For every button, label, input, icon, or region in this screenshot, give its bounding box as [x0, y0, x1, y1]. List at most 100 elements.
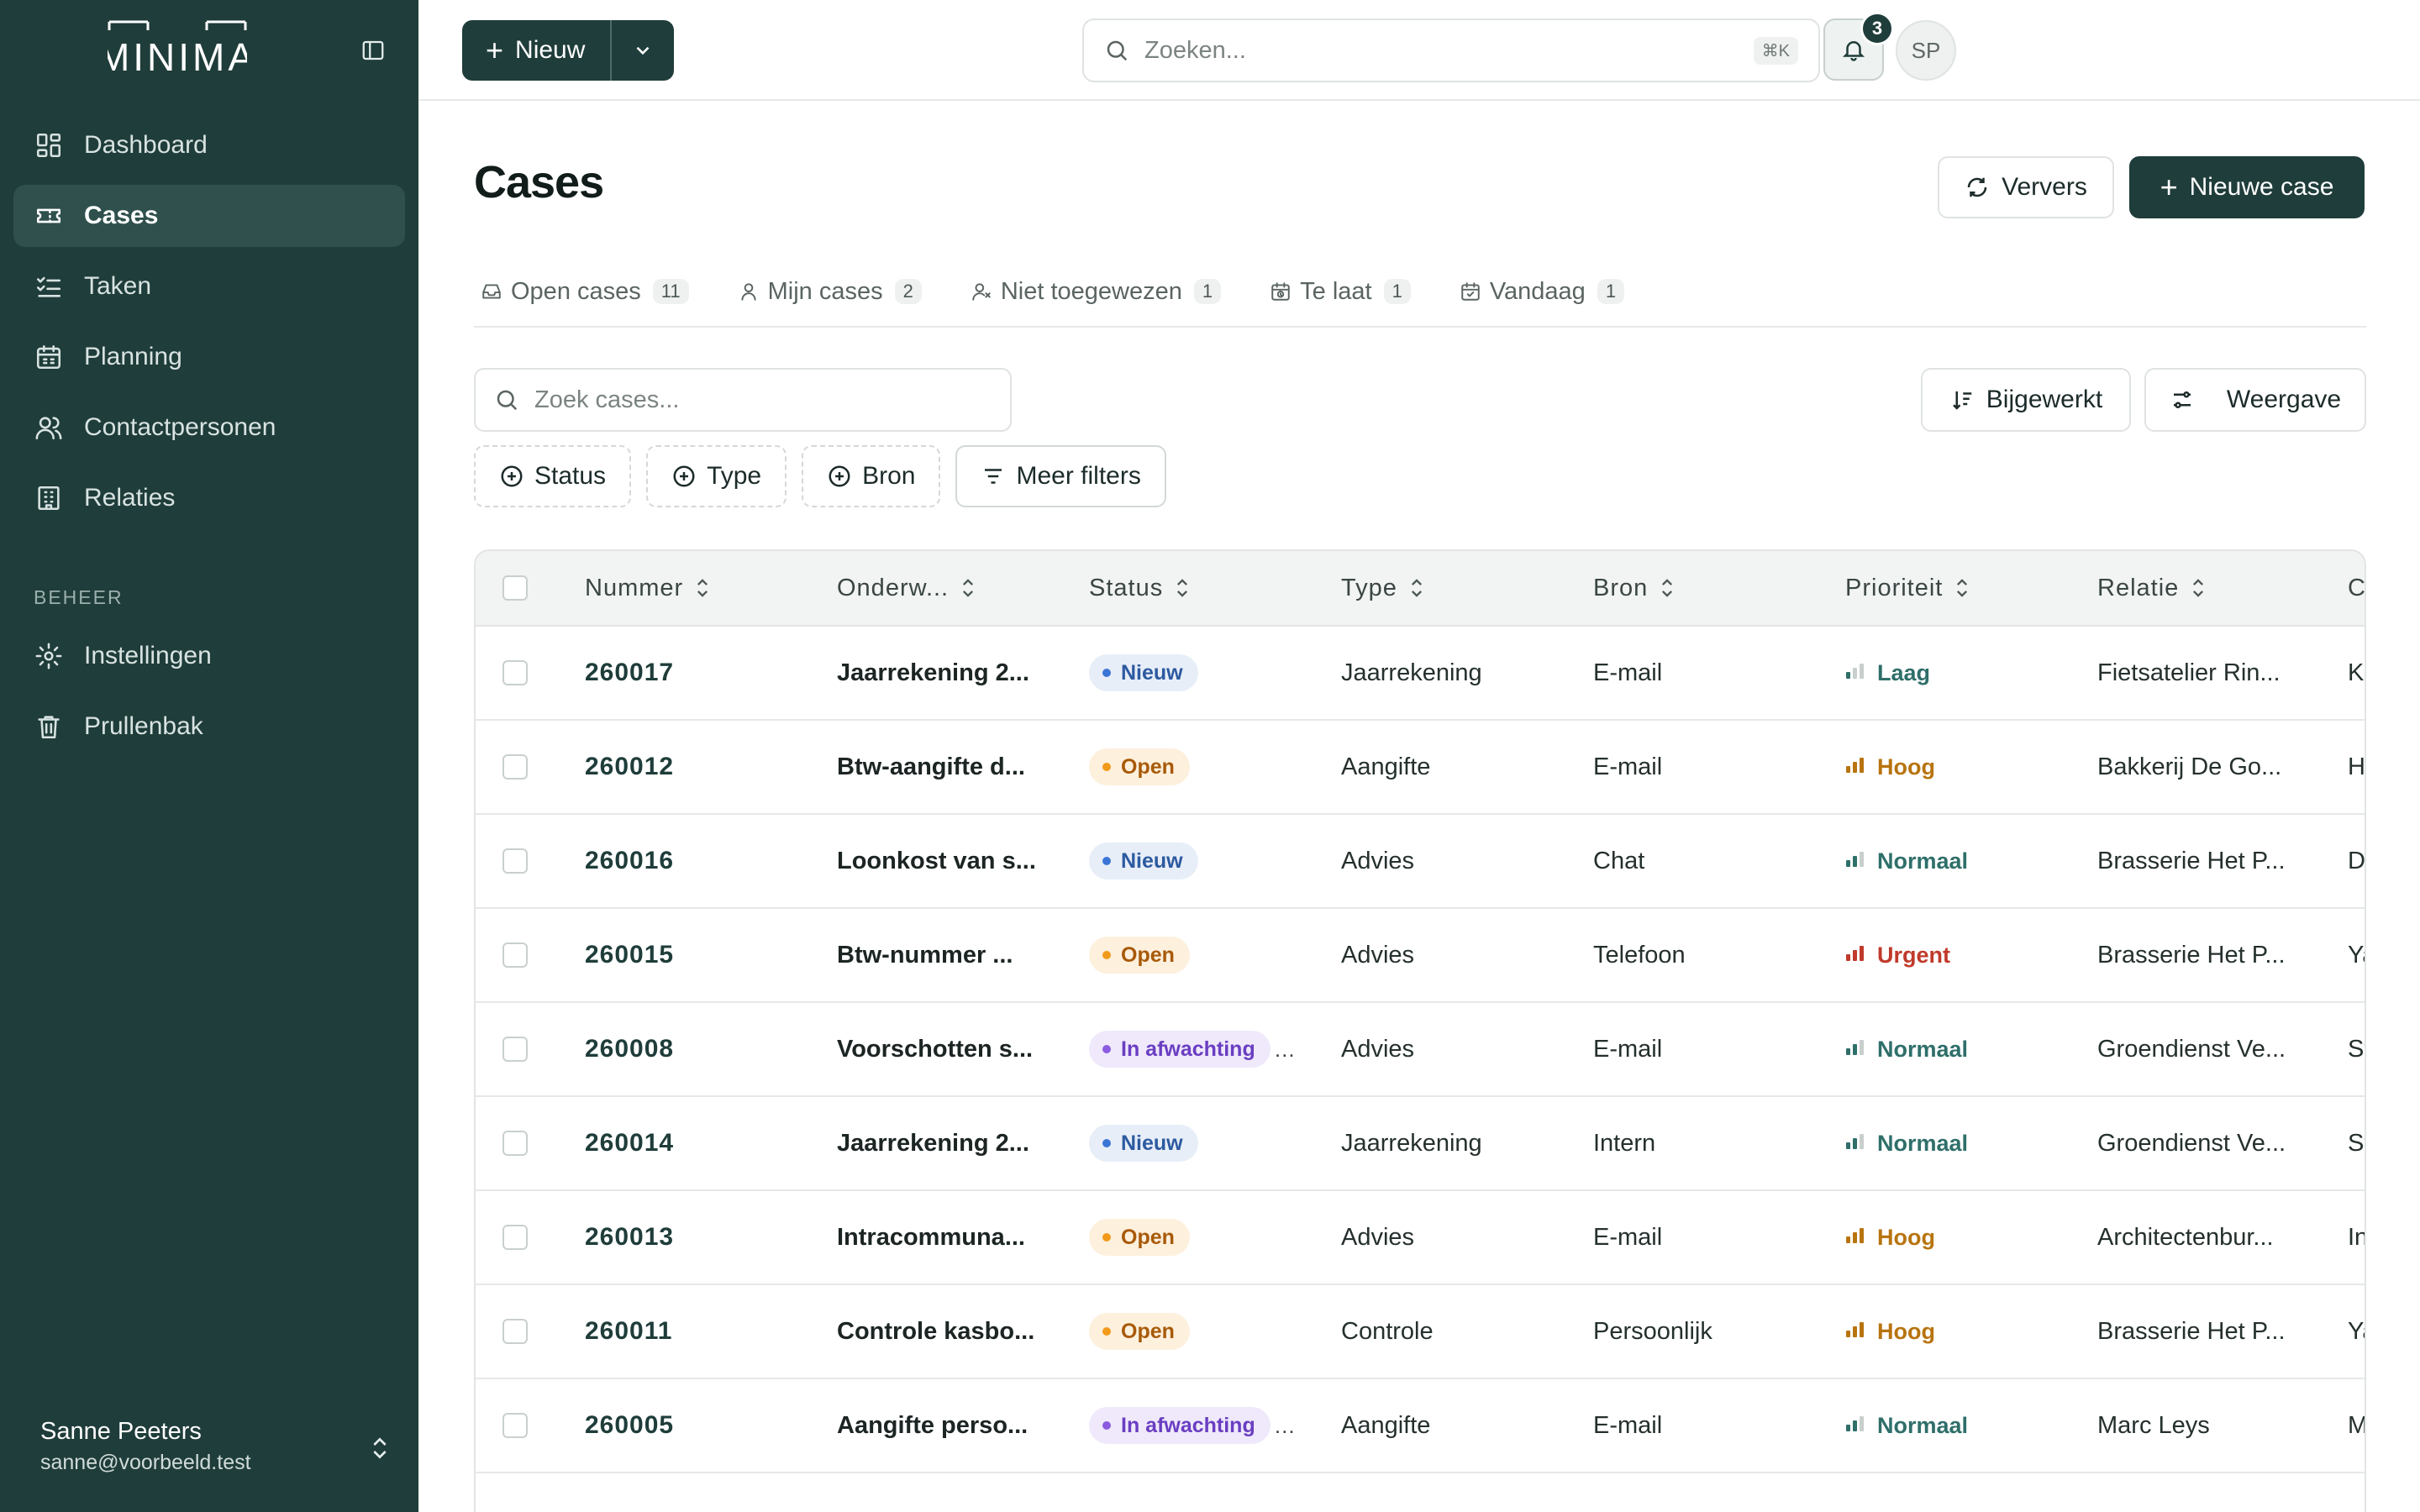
- view-button[interactable]: Weergave: [2144, 368, 2366, 432]
- table-row[interactable]: 260005 Aangifte perso... In afwachting … Aan…: [476, 1379, 2365, 1473]
- case-number[interactable]: 260005: [585, 1411, 674, 1440]
- column-header-extra[interactable]: C: [2348, 551, 2365, 625]
- refresh-button[interactable]: Ververs: [1938, 156, 2114, 218]
- case-source: E-mail: [1593, 1035, 1663, 1063]
- tab-niet-toegewezen[interactable]: Niet toegewezen 1: [964, 267, 1222, 316]
- column-header-bron[interactable]: Bron: [1593, 551, 1837, 625]
- cell-bron: E-mail: [1593, 1191, 1837, 1284]
- table-row[interactable]: 260011 Controle kasbo... Open Controle Perso…: [476, 1285, 2365, 1379]
- table-row[interactable]: 260016 Loonkost van s... Nieuw Advies Chat No…: [476, 815, 2365, 909]
- sidebar-item-label: Dashboard: [84, 131, 208, 159]
- cell-bron: E-mail: [1593, 627, 1837, 719]
- tab-te-laat[interactable]: Te laat 1: [1263, 267, 1411, 316]
- tab-open-cases[interactable]: Open cases 11: [474, 267, 689, 316]
- tab-mijn-cases[interactable]: Mijn cases 2: [731, 267, 922, 316]
- cell-nummer: 260008: [585, 1003, 829, 1095]
- sidebar-item-contactpersonen[interactable]: Contactpersonen: [13, 396, 405, 459]
- new-case-button[interactable]: + Nieuwe case: [2129, 156, 2365, 218]
- case-number[interactable]: 260014: [585, 1129, 674, 1158]
- filter-type[interactable]: Type: [646, 445, 787, 507]
- row-checkbox[interactable]: [502, 754, 528, 780]
- case-number[interactable]: 260011: [585, 1317, 672, 1346]
- logo[interactable]: MINIMA: [97, 18, 254, 79]
- cell-bron: Persoonlijk: [1593, 1285, 1837, 1378]
- row-checkbox[interactable]: [502, 1037, 528, 1062]
- case-search-input[interactable]: [534, 386, 988, 414]
- sidebar-item-prullenbak[interactable]: Prullenbak: [13, 696, 405, 758]
- plus-circle-icon: [673, 465, 695, 487]
- section-label-beheer: BEHEER: [34, 586, 124, 608]
- case-type: Aangifte: [1341, 753, 1431, 780]
- sort-arrows-icon: [693, 577, 712, 599]
- new-button[interactable]: + Nieuw: [462, 20, 613, 81]
- case-number[interactable]: 260013: [585, 1223, 674, 1252]
- case-contact-truncated: D: [2348, 847, 2365, 874]
- select-cell: [502, 909, 528, 1001]
- sidebar-toggle-button[interactable]: [358, 35, 388, 66]
- table-row[interactable]: 260013 Intracommuna... Open Advies E-mail Hoo…: [476, 1191, 2365, 1285]
- user-icon: [738, 281, 760, 302]
- table-row[interactable]: 260008 Voorschotten s... In afwachting … Adv…: [476, 1003, 2365, 1097]
- case-number[interactable]: 260017: [585, 659, 674, 687]
- cell-status: Open: [1089, 721, 1333, 813]
- global-search-input[interactable]: [1144, 36, 1733, 65]
- filter-bron[interactable]: Bron: [802, 445, 941, 507]
- tab-vandaag[interactable]: Vandaag 1: [1453, 267, 1625, 316]
- avatar[interactable]: SP: [1896, 20, 1956, 81]
- signal-bars-icon: [1845, 848, 1877, 874]
- cell-extra: M: [2348, 1379, 2365, 1472]
- row-checkbox[interactable]: [502, 1131, 528, 1156]
- new-dropdown-button[interactable]: [612, 20, 674, 81]
- column-header-status[interactable]: Status: [1089, 551, 1333, 625]
- sidebar-item-taken[interactable]: Taken: [13, 255, 405, 318]
- calendar-check-icon: [1460, 281, 1481, 302]
- column-header-type[interactable]: Type: [1341, 551, 1585, 625]
- column-header-label: Bron: [1593, 574, 1649, 601]
- sidebar-item-cases[interactable]: Cases: [13, 185, 405, 247]
- sidebar-item-label: Cases: [84, 202, 159, 229]
- tab-label: Niet toegewezen: [1000, 277, 1182, 305]
- row-checkbox[interactable]: [502, 848, 528, 874]
- column-header-onderwerp[interactable]: Onderw...: [837, 551, 1064, 625]
- case-subject: Jaarrekening 2...: [837, 659, 1029, 686]
- column-header-prioriteit[interactable]: Prioriteit: [1845, 551, 2089, 625]
- table-row[interactable]: 260015 Btw-nummer ... Open Advies Telefoon Ur…: [476, 909, 2365, 1003]
- cell-type: Aangifte: [1341, 1379, 1585, 1472]
- row-checkbox[interactable]: [502, 942, 528, 968]
- plus-circle-icon: [829, 465, 850, 487]
- column-header-relatie[interactable]: Relatie: [2097, 551, 2333, 625]
- sidebar-item-instellingen[interactable]: Instellingen: [13, 625, 405, 687]
- table-row[interactable]: 260017 Jaarrekening 2... Nieuw Jaarrekening…: [476, 627, 2365, 721]
- row-checkbox[interactable]: [502, 1413, 528, 1438]
- tab-label: Vandaag: [1489, 277, 1586, 305]
- select-all-checkbox[interactable]: [502, 575, 528, 601]
- user-menu[interactable]: Sanne Peeters sanne@voorbeeld.test: [40, 1418, 393, 1475]
- global-search[interactable]: ⌘K: [1082, 18, 1820, 82]
- table-body: 260017 Jaarrekening 2... Nieuw Jaarrekening…: [476, 627, 2365, 1473]
- case-search[interactable]: [474, 368, 1012, 432]
- cell-onderwerp: Btw-aangifte d...: [837, 721, 1064, 813]
- row-checkbox[interactable]: [502, 1225, 528, 1250]
- cell-status: In afwachting…: [1089, 1379, 1333, 1472]
- case-number[interactable]: 260012: [585, 753, 674, 781]
- table-row[interactable]: 260012 Btw-aangifte d... Open Aangifte E-mai…: [476, 721, 2365, 815]
- case-number[interactable]: 260016: [585, 847, 674, 875]
- case-number[interactable]: 260008: [585, 1035, 674, 1063]
- select-cell: [502, 1191, 528, 1284]
- cell-prioriteit: Hoog: [1845, 1191, 2089, 1284]
- table-row[interactable]: 260014 Jaarrekening 2... Nieuw Jaarrekening…: [476, 1097, 2365, 1191]
- filter-status[interactable]: Status: [474, 445, 632, 507]
- row-checkbox[interactable]: [502, 1319, 528, 1344]
- sidebar-item-planning[interactable]: Planning: [13, 326, 405, 388]
- sidebar-item-dashboard[interactable]: Dashboard: [13, 114, 405, 176]
- sidebar-item-relaties[interactable]: Relaties: [13, 467, 405, 529]
- column-header-nummer[interactable]: Nummer: [585, 551, 829, 625]
- cell-relatie: Architectenbur...: [2097, 1191, 2333, 1284]
- sort-button[interactable]: Bijgewerkt: [1921, 368, 2131, 432]
- case-number[interactable]: 260015: [585, 941, 674, 969]
- row-checkbox[interactable]: [502, 660, 528, 685]
- signal-bars-icon: [1845, 1319, 1877, 1345]
- case-contact-truncated: Ya: [2348, 1317, 2365, 1345]
- case-relation: Groendienst Ve...: [2097, 1035, 2286, 1063]
- filter-more[interactable]: Meer filters: [955, 445, 1166, 507]
